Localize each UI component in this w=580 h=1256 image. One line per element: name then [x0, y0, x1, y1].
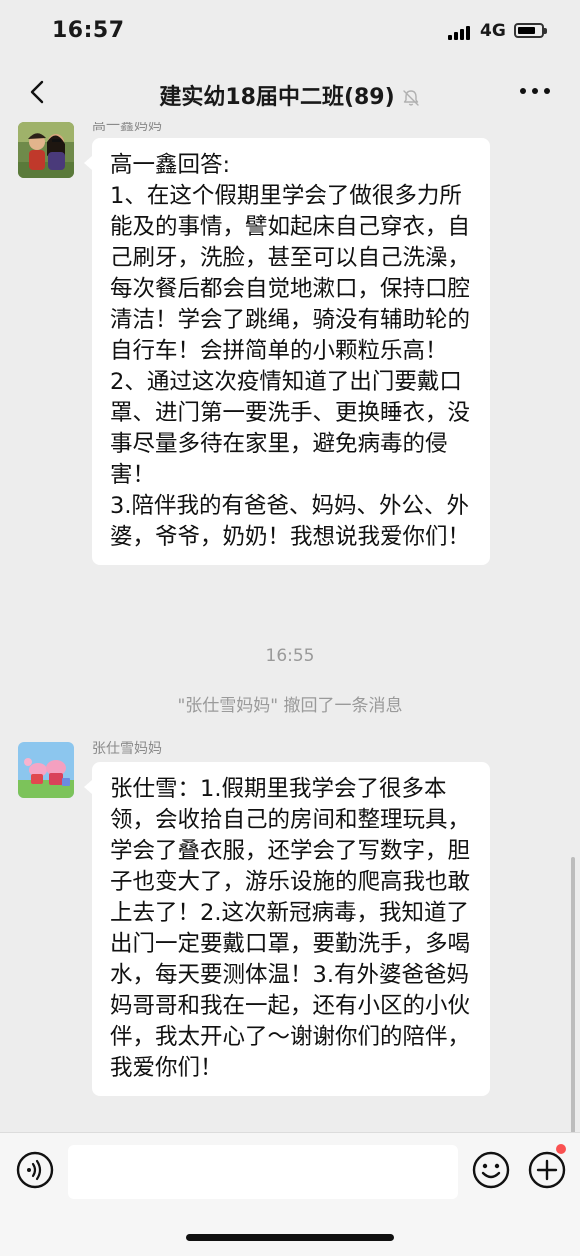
status-time: 16:57 [52, 18, 125, 43]
chat-message-list[interactable]: 高一鑫妈妈 高一鑫回答: 1、在这个假期里学会了做很多力所能及的事情，譬如起床自… [0, 122, 580, 1132]
message-sender: 张仕雪妈妈 [92, 741, 162, 757]
avatar[interactable] [18, 122, 74, 178]
voice-icon[interactable] [16, 1151, 54, 1189]
battery-icon [514, 23, 547, 38]
emoji-icon[interactable] [472, 1151, 510, 1189]
home-indicator [186, 1234, 394, 1241]
network-type: 4G [480, 21, 506, 41]
notification-dot [556, 1144, 566, 1154]
status-bar: 16:57 4G [0, 0, 580, 64]
message-text: 张仕雪：1.假期里我学会了很多本领，会收拾自己的房间和整理玩具，学会了叠衣服，还… [110, 776, 471, 1081]
avatar[interactable] [18, 742, 74, 798]
chat-title-text: 建实幼18届中二班(89) [159, 85, 395, 110]
plus-icon[interactable] [528, 1151, 566, 1189]
message-text: 高一鑫回答: 1、在这个假期里学会了做很多力所能及的事情，譬如起床自己穿衣，自己… [110, 152, 471, 550]
message-sender: 高一鑫妈妈 [92, 122, 162, 134]
message-bubble[interactable]: 张仕雪：1.假期里我学会了很多本领，会收拾自己的房间和整理玩具，学会了叠衣服，还… [84, 762, 490, 1096]
message-bubble[interactable]: 高一鑫回答: 1、在这个假期里学会了做很多力所能及的事情，譬如起床自己穿衣，自己… [84, 138, 490, 565]
chat-header: 建实幼18届中二班(89) [0, 64, 580, 122]
recall-notice: "张仕雪妈妈" 撤回了一条消息 [177, 696, 403, 716]
chat-title[interactable]: 建实幼18届中二班(89) [0, 79, 580, 111]
scrollbar[interactable] [571, 857, 575, 1132]
message-timestamp: 16:55 [265, 646, 315, 666]
message-input[interactable] [68, 1145, 458, 1199]
more-dots-icon[interactable] [520, 88, 550, 96]
bell-off-icon [402, 90, 419, 106]
signal-icon [448, 24, 472, 40]
